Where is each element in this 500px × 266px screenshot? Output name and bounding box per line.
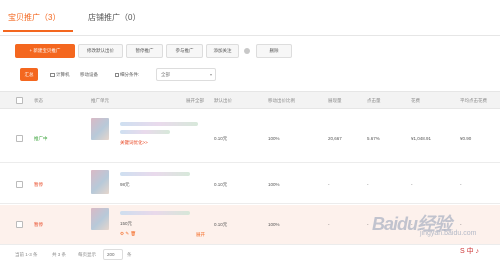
ctr-value: 5.67% <box>367 136 380 141</box>
mobile-ratio-value: 100% <box>268 136 280 141</box>
segment-select[interactable]: 全部 ▾ <box>156 68 216 81</box>
delete-button[interactable]: 删除 <box>256 44 292 58</box>
pagination-footer: 当前 1-3 条 共 3 条 每页显示 200 条 <box>0 245 500 266</box>
mobile-ratio-value: 100% <box>268 182 280 187</box>
avg-cpc-value: ¥0.90 <box>460 136 472 141</box>
table-header: 状态 推广单元 展开全部 默认出价 移动出价比例 展现量 点击量 花费 平均点击… <box>0 91 500 109</box>
segment-label-text: 细分条件: <box>120 72 140 77</box>
records-total: 共 3 条 <box>52 252 67 257</box>
product-title[interactable] <box>120 172 190 176</box>
impressions-value: 20,667 <box>328 136 342 141</box>
trash-icon[interactable]: 🗑 <box>130 231 136 236</box>
expand-link[interactable]: 展开 <box>196 232 205 238</box>
header-default-bid[interactable]: 默认出价 <box>214 98 232 104</box>
tab-item-promotion[interactable]: 宝贝推广（3） <box>8 12 60 23</box>
tab-bar: 宝贝推广（3） 店铺推广（0） <box>0 0 500 36</box>
product-title[interactable] <box>120 122 198 126</box>
header-avg-cpc[interactable]: 平均点击花费 <box>460 98 487 104</box>
computer-filter-label: 计算机 <box>56 72 70 77</box>
header-impressions[interactable]: 展现量 <box>328 98 342 104</box>
product-thumbnail[interactable] <box>91 170 109 194</box>
segment-icon <box>115 72 119 77</box>
clicks-value: - <box>367 222 369 227</box>
row-checkbox[interactable] <box>16 221 23 228</box>
keyword-optimize-link[interactable]: 关键词优化>> <box>120 140 148 146</box>
clicks-value: - <box>367 182 369 187</box>
header-unit: 推广单元 <box>91 98 109 103</box>
table-row[interactable]: 推广中 关键词优化>> 0.10元 100% 20,667 5.67% ¥1,0… <box>0 110 500 163</box>
modify-bid-button[interactable]: 修改默认出价 <box>78 44 123 58</box>
help-icon[interactable] <box>244 48 250 54</box>
impressions-value: - <box>328 182 330 187</box>
cost-value: ¥1,048.91 <box>411 136 432 141</box>
edit-icon[interactable]: ✎ <box>125 231 129 236</box>
cost-value: - <box>411 182 413 187</box>
computer-filter[interactable]: 计算机 <box>50 68 70 81</box>
product-thumbnail[interactable] <box>91 208 109 230</box>
product-title[interactable] <box>120 211 190 215</box>
row-checkbox[interactable] <box>16 135 23 142</box>
header-cost[interactable]: 花费 <box>411 98 420 104</box>
mobile-filter[interactable]: 移动设备 <box>80 68 98 81</box>
chevron-down-icon: ▾ <box>209 72 212 77</box>
header-status[interactable]: 状态 <box>34 98 43 104</box>
product-subtitle <box>120 130 170 134</box>
mobile-ratio-value: 100% <box>268 222 280 227</box>
per-page-unit: 条 <box>127 252 132 257</box>
default-bid-value[interactable]: 0.10元 <box>214 136 227 142</box>
product-thumbnail[interactable] <box>91 118 109 140</box>
avg-cpc-value: - <box>460 182 462 187</box>
settings-icon[interactable]: ⚙ <box>120 231 124 236</box>
header-mobile-ratio[interactable]: 移动出价比例 <box>268 98 295 104</box>
row-action-icons[interactable]: ⚙ ✎ 🗑 <box>120 231 136 237</box>
per-page-label: 每页显示 <box>78 252 96 257</box>
status-badge: 暂停 <box>34 182 43 187</box>
segment-label: 细分条件: <box>115 68 139 81</box>
select-all-checkbox[interactable] <box>16 97 23 104</box>
status-badge: 暂停 <box>34 222 43 227</box>
product-price: 150元 <box>120 221 133 226</box>
product-price: 98元 <box>120 182 130 187</box>
status-badge: 推广中 <box>34 136 48 141</box>
default-bid-value[interactable]: 0.10元 <box>214 222 227 228</box>
records-range: 当前 1-3 条 <box>15 252 38 257</box>
page-size-value: 200 <box>107 252 115 257</box>
watermark-url: jingyan.baidu.com <box>420 230 477 237</box>
add-attention-button[interactable]: 添加关注 <box>206 44 239 58</box>
avg-cpc-value: - <box>460 222 462 227</box>
join-button[interactable]: 参与推广 <box>166 44 203 58</box>
default-bid-value[interactable]: 0.10元 <box>214 182 227 188</box>
header-clicks[interactable]: 点击量 <box>367 98 381 104</box>
header-expand-all[interactable]: 展开全部 <box>186 98 204 104</box>
segment-select-value: 全部 <box>161 72 170 77</box>
table-row[interactable]: 暂停 98元 0.10元 100% - - - - <box>0 164 500 204</box>
input-method-icons: S 中 ♪ <box>460 248 480 255</box>
computer-icon <box>50 72 55 77</box>
active-tab-indicator <box>3 30 73 32</box>
new-promotion-button[interactable]: + 新建宝贝推广 <box>15 44 75 58</box>
tab-shop-promotion[interactable]: 店铺推广（0） <box>88 12 140 23</box>
page-size-select[interactable]: 200 <box>103 249 123 260</box>
impressions-value: - <box>328 222 330 227</box>
summary-filter[interactable]: 汇总 <box>20 68 38 81</box>
pause-button[interactable]: 暂停推广 <box>126 44 163 58</box>
row-checkbox[interactable] <box>16 181 23 188</box>
